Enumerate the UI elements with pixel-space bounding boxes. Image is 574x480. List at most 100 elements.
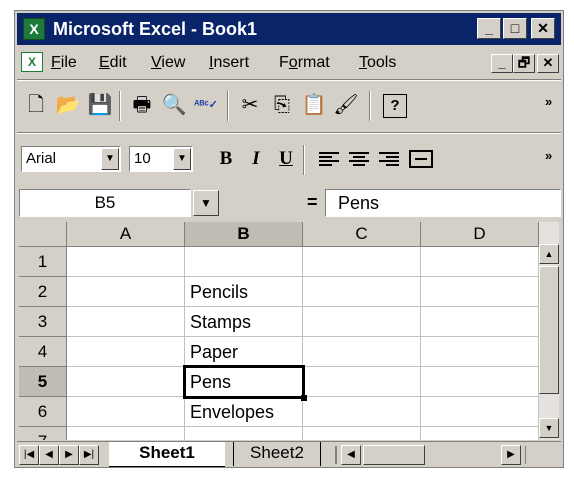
- italic-button[interactable]: I: [243, 146, 269, 172]
- row-header-2[interactable]: 2: [19, 277, 67, 307]
- toolbar-more-icon[interactable]: »: [545, 149, 552, 162]
- cell-b6[interactable]: Envelopes: [185, 397, 303, 427]
- cell-d6[interactable]: [421, 397, 539, 427]
- cell-a5[interactable]: [67, 367, 185, 397]
- name-box[interactable]: B5: [19, 189, 191, 217]
- menu-file[interactable]: File: [51, 54, 77, 72]
- cell-a7[interactable]: [67, 427, 185, 440]
- column-header-d[interactable]: D: [421, 222, 539, 247]
- cell-c2[interactable]: [303, 277, 421, 307]
- row-header-5[interactable]: 5: [19, 367, 67, 397]
- cell-b2[interactable]: Pencils: [185, 277, 303, 307]
- cell-c4[interactable]: [303, 337, 421, 367]
- cell-d4[interactable]: [421, 337, 539, 367]
- chevron-down-icon[interactable]: ▼: [101, 148, 119, 170]
- doc-restore-button[interactable]: 🗗: [513, 54, 535, 73]
- new-icon[interactable]: 🗋: [23, 92, 49, 118]
- last-sheet-icon[interactable]: ▶|: [79, 445, 99, 465]
- cell-c1[interactable]: [303, 247, 421, 277]
- maximize-button[interactable]: □: [503, 18, 527, 39]
- row-header-4[interactable]: 4: [19, 337, 67, 367]
- tab-split-handle[interactable]: [335, 446, 337, 464]
- cell-c7[interactable]: [303, 427, 421, 440]
- formula-input[interactable]: Pens: [325, 189, 561, 217]
- vertical-scroll-thumb[interactable]: [539, 266, 559, 394]
- chevron-down-icon[interactable]: ▼: [173, 148, 191, 170]
- bold-button[interactable]: B: [213, 146, 239, 172]
- vertical-scrollbar[interactable]: ▲ ▼: [539, 222, 559, 440]
- cell-c5[interactable]: [303, 367, 421, 397]
- cell-c6[interactable]: [303, 397, 421, 427]
- column-header-a[interactable]: A: [67, 222, 185, 247]
- open-icon[interactable]: 📂: [55, 92, 81, 118]
- row-header-3[interactable]: 3: [19, 307, 67, 337]
- cell-b4[interactable]: Paper: [185, 337, 303, 367]
- sheet-tab-sheet1[interactable]: Sheet1: [109, 442, 225, 467]
- cell-d1[interactable]: [421, 247, 539, 277]
- workbook-icon[interactable]: X: [21, 52, 43, 72]
- align-center-icon[interactable]: [349, 152, 369, 168]
- scroll-down-icon[interactable]: ▼: [539, 418, 559, 438]
- print-icon[interactable]: 🖶: [129, 92, 155, 118]
- print-preview-icon[interactable]: 🔍: [161, 92, 187, 118]
- spelling-icon[interactable]: ᴬᴮᶜ✓: [193, 92, 219, 118]
- title-bar[interactable]: X Microsoft Excel - Book1 _ □ ✕: [17, 13, 561, 45]
- underline-button[interactable]: U: [273, 146, 299, 172]
- scroll-up-icon[interactable]: ▲: [539, 244, 559, 264]
- cell-d7[interactable]: [421, 427, 539, 440]
- column-header-b[interactable]: B: [185, 222, 303, 247]
- cell-a1[interactable]: [67, 247, 185, 277]
- toolbar-more-icon[interactable]: »: [545, 95, 552, 108]
- cell-d2[interactable]: [421, 277, 539, 307]
- cell-a6[interactable]: [67, 397, 185, 427]
- cell-c3[interactable]: [303, 307, 421, 337]
- minimize-button[interactable]: _: [477, 18, 501, 39]
- scroll-right-icon[interactable]: ▶: [501, 445, 521, 465]
- excel-app-icon[interactable]: X: [23, 18, 45, 40]
- edit-formula-button[interactable]: =: [307, 192, 318, 213]
- merge-center-icon[interactable]: [409, 150, 433, 168]
- menu-view[interactable]: View: [151, 54, 185, 72]
- font-size-select[interactable]: 10 ▼: [129, 146, 193, 172]
- cell-b3[interactable]: Stamps: [185, 307, 303, 337]
- column-header-c[interactable]: C: [303, 222, 421, 247]
- first-sheet-icon[interactable]: |◀: [19, 445, 39, 465]
- row-header-7[interactable]: 7: [19, 427, 67, 440]
- size-grip[interactable]: [525, 446, 560, 464]
- worksheet-grid[interactable]: A B C D 1 2 3 4 5 6 7 Pencils Stamps Pap…: [19, 222, 539, 440]
- cell-b1[interactable]: [185, 247, 303, 277]
- menu-format[interactable]: Format: [279, 54, 330, 72]
- cut-icon[interactable]: ✂: [237, 92, 263, 118]
- help-icon[interactable]: ?: [383, 94, 407, 118]
- scroll-left-icon[interactable]: ◀: [341, 445, 361, 465]
- close-button[interactable]: ✕: [531, 18, 555, 39]
- cell-a4[interactable]: [67, 337, 185, 367]
- paste-icon[interactable]: 📋: [301, 92, 327, 118]
- align-left-icon[interactable]: [319, 152, 339, 168]
- chevron-down-icon[interactable]: ▼: [193, 190, 219, 216]
- row-header-1[interactable]: 1: [19, 247, 67, 277]
- align-right-icon[interactable]: [379, 152, 399, 168]
- horizontal-scroll-thumb[interactable]: [363, 445, 425, 465]
- copy-icon[interactable]: ⎘: [269, 92, 295, 118]
- cell-d3[interactable]: [421, 307, 539, 337]
- select-all-corner[interactable]: [19, 222, 67, 247]
- menu-tools[interactable]: Tools: [359, 54, 396, 72]
- menu-edit[interactable]: Edit: [99, 54, 127, 72]
- format-painter-icon[interactable]: 🖌: [333, 92, 359, 118]
- menu-insert[interactable]: Insert: [209, 54, 249, 72]
- cell-d5[interactable]: [421, 367, 539, 397]
- previous-sheet-icon[interactable]: ◀: [39, 445, 59, 465]
- font-name-value: Arial: [26, 150, 57, 167]
- fill-handle[interactable]: [301, 395, 307, 401]
- cell-a3[interactable]: [67, 307, 185, 337]
- sheet-tab-sheet2[interactable]: Sheet2: [233, 442, 321, 466]
- row-header-6[interactable]: 6: [19, 397, 67, 427]
- doc-minimize-button[interactable]: _: [491, 54, 513, 73]
- doc-close-button[interactable]: ✕: [537, 54, 559, 73]
- cell-a2[interactable]: [67, 277, 185, 307]
- cell-b7[interactable]: [185, 427, 303, 440]
- font-name-select[interactable]: Arial ▼: [21, 146, 121, 172]
- save-icon[interactable]: 💾: [87, 92, 113, 118]
- next-sheet-icon[interactable]: ▶: [59, 445, 79, 465]
